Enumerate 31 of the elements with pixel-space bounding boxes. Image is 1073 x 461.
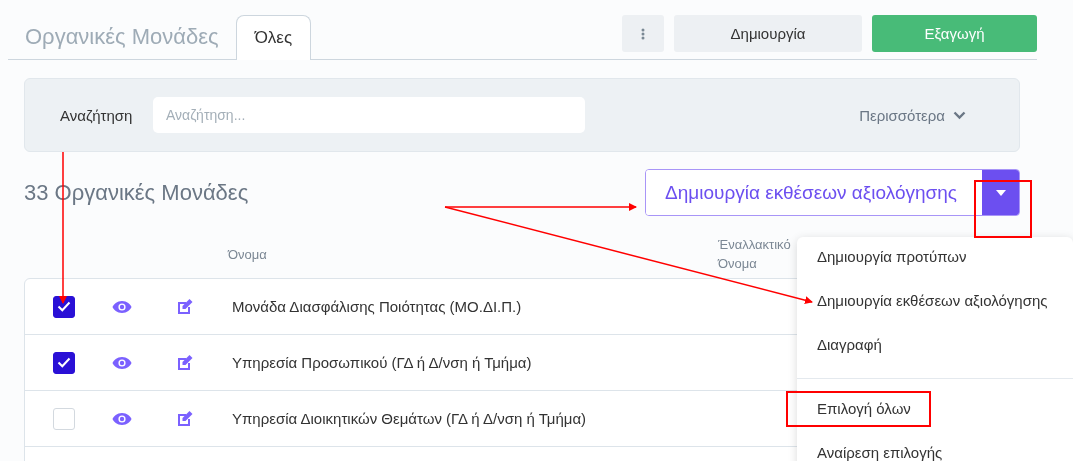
- annotation-frame: [974, 180, 1032, 238]
- dropdown-toggle[interactable]: [982, 170, 1019, 215]
- chevron-down-icon: [953, 110, 966, 120]
- menu-item[interactable]: Αναίρεση επιλογής: [797, 433, 1073, 461]
- caret-icon: [995, 189, 1006, 196]
- menu-item[interactable]: Δημιουργία προτύπων: [797, 237, 1073, 281]
- menu-item[interactable]: Διαγραφή: [797, 325, 1073, 369]
- edit-icon[interactable]: [176, 297, 194, 316]
- edit-icon[interactable]: [176, 353, 194, 372]
- column-header: Έναλλακτικό Όνομα: [718, 235, 792, 273]
- table-cell-text: Υπηρεσία Διοικητικών Θεμάτων (ΓΔ ή Δ/νση ή Τμήμα): [231, 410, 588, 427]
- eye-icon[interactable]: [112, 299, 132, 314]
- eye-icon[interactable]: [112, 411, 132, 426]
- checkmark-icon: [57, 357, 71, 368]
- page-title: Οργανικές Μονάδες: [24, 24, 220, 50]
- eye-icon[interactable]: [112, 355, 132, 370]
- menu-item[interactable]: Επιλογή όλων: [797, 389, 1073, 433]
- menu-item[interactable]: Δημιουργία εκθέσεων αξιολόγησης: [797, 281, 1073, 325]
- search-label: Αναζήτηση: [60, 106, 134, 124]
- table-cell-text: Υπηρεσία Προσωπικού (ΓΔ ή Δ/νση ή Τμήμα): [231, 354, 533, 371]
- edit-icon[interactable]: [176, 409, 194, 428]
- create-button[interactable]: Δημιουργία: [674, 15, 862, 52]
- tab[interactable]: Όλες: [235, 15, 312, 60]
- column-header: Όνομα: [228, 246, 268, 262]
- row-checkbox[interactable]: [53, 295, 75, 318]
- table-cell-text: Μονάδα Διασφάλισης Ποιότητας (ΜΟ.ΔΙ.Π.): [231, 298, 523, 315]
- checkmark-icon: [57, 301, 71, 312]
- search-field[interactable]: Αναζήτηση...: [153, 97, 585, 133]
- more-filters-button[interactable]: Περισσότερα: [853, 105, 972, 125]
- kebab-icon: [641, 27, 645, 40]
- row-checkbox[interactable]: [53, 351, 75, 374]
